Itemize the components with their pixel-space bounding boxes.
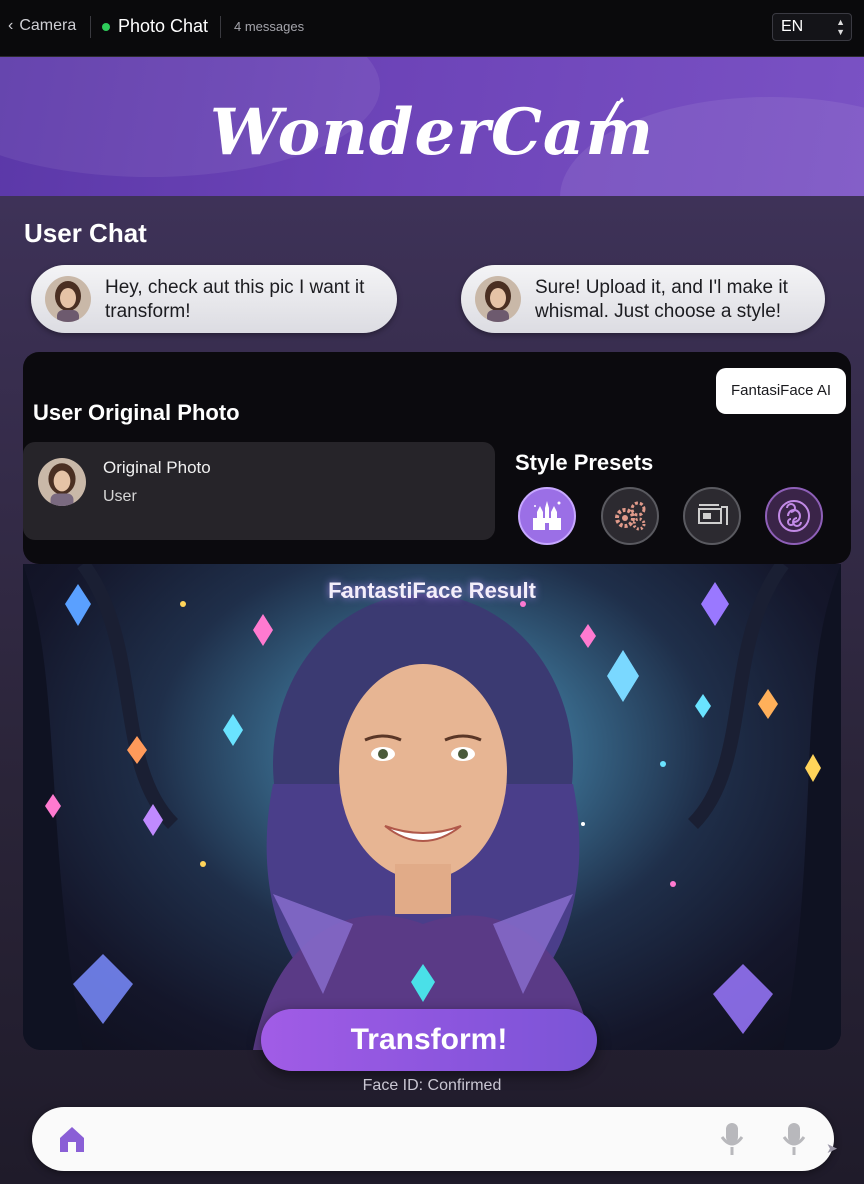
app-logo: WonderCam [209,95,655,170]
chat-bubble-user: Hey, check aut this pic I want it transf… [31,265,397,333]
gears-icon [615,501,646,531]
preset-machine[interactable] [683,487,741,545]
fantasy-portrait [23,564,841,1050]
presets-title: Style Presets [515,450,654,475]
result-image: FantastiFace Result [23,564,841,1050]
home-icon[interactable] [56,1123,88,1155]
chevron-left-icon: ‹ [8,17,14,34]
message-text: Hey, check aut this pic I want it transf… [105,277,365,322]
back-label: Camera [19,17,77,34]
preset-gears[interactable] [601,487,659,545]
photo-panel: User Original Photo FantasiFace AI Origi… [23,352,851,564]
preset-swirl[interactable] [765,487,823,545]
card-subtitle: User [103,488,137,505]
ai-badge[interactable]: FantasiFace AI [716,368,846,414]
avatar [475,276,521,322]
language-value: EN [781,18,804,35]
chat-title: Photo Chat [118,16,209,36]
preset-castle[interactable] [518,487,576,545]
panel-title: User Original Photo [33,400,240,425]
avatar [45,276,91,322]
section-title: User Chat [24,218,147,248]
header-banner: WonderCam [0,57,864,196]
card-title: Original Photo [103,458,211,477]
select-arrows-icon: ▲ ▼ [836,17,845,37]
back-button[interactable]: ‹ Camera [8,17,76,35]
mic-icon[interactable] [720,1121,744,1157]
input-bar[interactable] [32,1107,834,1171]
mic-icon[interactable] [782,1121,806,1157]
swirl-icon [778,500,810,532]
original-photo-card[interactable]: Original Photo User [23,442,495,540]
language-select[interactable]: EN ▲ ▼ [772,13,852,41]
face-id-status: Face ID: Confirmed [362,1077,502,1094]
message-count: 4 messages [234,19,305,34]
online-status-icon [102,23,110,31]
transform-button[interactable]: Transform! [261,1009,597,1071]
message-text: Sure! Upload it, and I'l make it whismal… [535,277,788,322]
top-bar: ‹ Camera Photo Chat 4 messages EN ▲ ▼ [0,0,864,57]
paintbrush-icon [594,97,624,143]
castle-icon [533,501,561,530]
send-icon[interactable]: ➤ [826,1140,838,1157]
divider [90,16,91,38]
avatar [38,458,86,506]
main-area: User Chat Hey, check aut this pic I want… [0,196,864,1184]
chat-bubble-ai: Sure! Upload it, and I'l make it whismal… [461,265,825,333]
divider [220,16,221,38]
result-title: FantastiFace Result [328,578,536,603]
machine-icon [698,504,728,525]
